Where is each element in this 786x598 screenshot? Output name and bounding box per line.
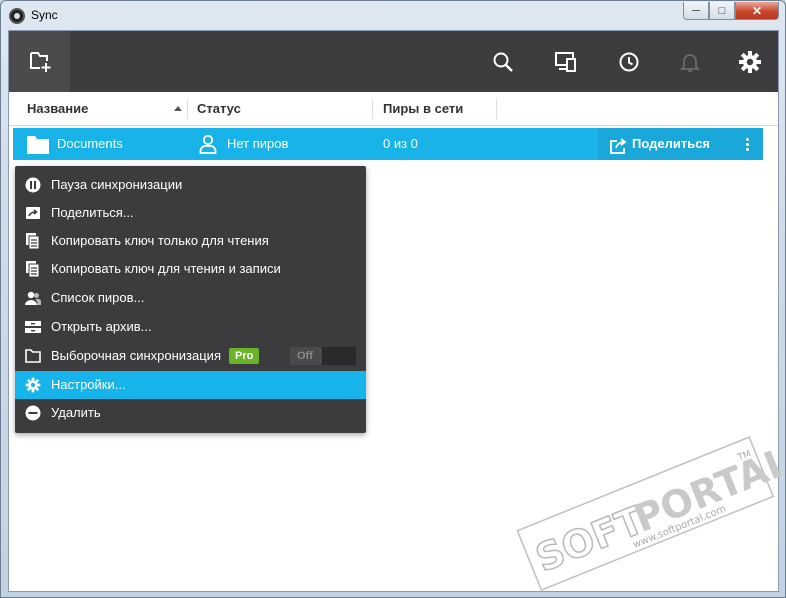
- app-window: Sync ─ □ ✕ Название Статус Пиры в сети D…: [0, 0, 786, 598]
- menu-item-remove[interactable]: Удалить: [15, 399, 366, 427]
- close-button[interactable]: ✕: [735, 2, 779, 20]
- sync-logo-icon: [9, 8, 25, 24]
- copy-icon: [25, 233, 41, 250]
- more-dot: [745, 137, 749, 141]
- settings-button[interactable]: [719, 31, 780, 92]
- column-header-name[interactable]: Название: [27, 92, 88, 126]
- window-title: Sync: [31, 8, 58, 22]
- menu-item-settings[interactable]: Настройки...: [15, 371, 366, 399]
- folder-status: Нет пиров: [227, 136, 289, 151]
- folder-name: Documents: [57, 136, 123, 151]
- client-area: Название Статус Пиры в сети Documents Не…: [8, 30, 779, 592]
- folder-context-menu: Пауза синхронизации Поделиться... Копиро…: [15, 166, 366, 433]
- selective-sync-toggle[interactable]: Off: [290, 347, 356, 365]
- column-header-status[interactable]: Статус: [197, 92, 241, 126]
- remove-icon: [25, 405, 41, 421]
- menu-item-share[interactable]: Поделиться...: [15, 199, 366, 227]
- share-button[interactable]: Поделиться: [598, 128, 763, 160]
- peers-icon: [25, 290, 42, 306]
- menu-item-label: Открыть архив...: [51, 319, 152, 334]
- column-header-peers[interactable]: Пиры в сети: [383, 92, 463, 126]
- menu-item-open-archive[interactable]: Открыть архив...: [15, 313, 366, 341]
- menu-item-copy-readonly-key[interactable]: Копировать ключ только для чтения: [15, 227, 366, 255]
- minimize-button[interactable]: ─: [683, 2, 709, 20]
- folder-icon: [25, 348, 41, 364]
- share-icon: [25, 205, 41, 221]
- menu-item-label: Поделиться...: [51, 205, 134, 220]
- copy-icon: [25, 261, 41, 278]
- share-button-label: Поделиться: [632, 136, 711, 151]
- devices-button[interactable]: [535, 31, 596, 92]
- folder-peers: 0 из 0: [383, 136, 418, 151]
- notifications-icon: [679, 53, 700, 72]
- menu-item-label: Список пиров...: [51, 290, 145, 305]
- add-folder-button[interactable]: [9, 31, 70, 92]
- column-divider[interactable]: [372, 99, 373, 119]
- notifications-button[interactable]: [659, 31, 720, 92]
- settings-icon: [738, 50, 761, 73]
- window-controls: ─ □ ✕: [683, 2, 779, 20]
- pause-icon: [25, 177, 41, 193]
- share-icon: [609, 135, 627, 167]
- devices-icon: [554, 51, 576, 72]
- history-icon: [619, 52, 638, 71]
- column-divider[interactable]: [496, 99, 497, 119]
- sort-ascending-icon: [174, 106, 182, 111]
- pro-badge: Pro: [229, 348, 260, 364]
- menu-item-peer-list[interactable]: Список пиров...: [15, 284, 366, 312]
- menu-item-copy-readwrite-key[interactable]: Копировать ключ для чтения и записи: [15, 255, 366, 283]
- gear-icon: [25, 377, 41, 393]
- folder-row[interactable]: Documents Нет пиров 0 из 0 Поделиться: [13, 128, 763, 160]
- history-button[interactable]: [598, 31, 659, 92]
- user-icon: [199, 134, 217, 154]
- add-folder-icon: [29, 51, 50, 72]
- column-divider[interactable]: [187, 99, 188, 119]
- title-bar[interactable]: Sync ─ □ ✕: [1, 1, 785, 30]
- menu-item-selective-sync[interactable]: Выборочная синхронизация Pro Off: [15, 342, 366, 370]
- more-dot: [745, 142, 749, 146]
- maximize-button[interactable]: □: [709, 2, 735, 20]
- search-icon: [493, 52, 513, 72]
- toggle-label: Off: [297, 350, 313, 362]
- table-header: Название Статус Пиры в сети: [9, 92, 778, 126]
- menu-item-label: Выборочная синхронизация: [51, 348, 221, 363]
- menu-item-label: Копировать ключ только для чтения: [51, 233, 269, 248]
- toolbar: [9, 31, 778, 92]
- search-button[interactable]: [472, 31, 533, 92]
- menu-item-label: Пауза синхронизации: [51, 177, 183, 192]
- archive-icon: [25, 319, 41, 335]
- folder-icon: [27, 134, 49, 154]
- menu-item-label: Настройки...: [51, 377, 126, 392]
- more-options-button[interactable]: [731, 128, 763, 160]
- menu-item-pause-sync[interactable]: Пауза синхронизации: [15, 171, 366, 199]
- menu-item-label: Копировать ключ для чтения и записи: [51, 261, 281, 276]
- more-dot: [745, 147, 749, 151]
- menu-item-label: Удалить: [51, 405, 101, 420]
